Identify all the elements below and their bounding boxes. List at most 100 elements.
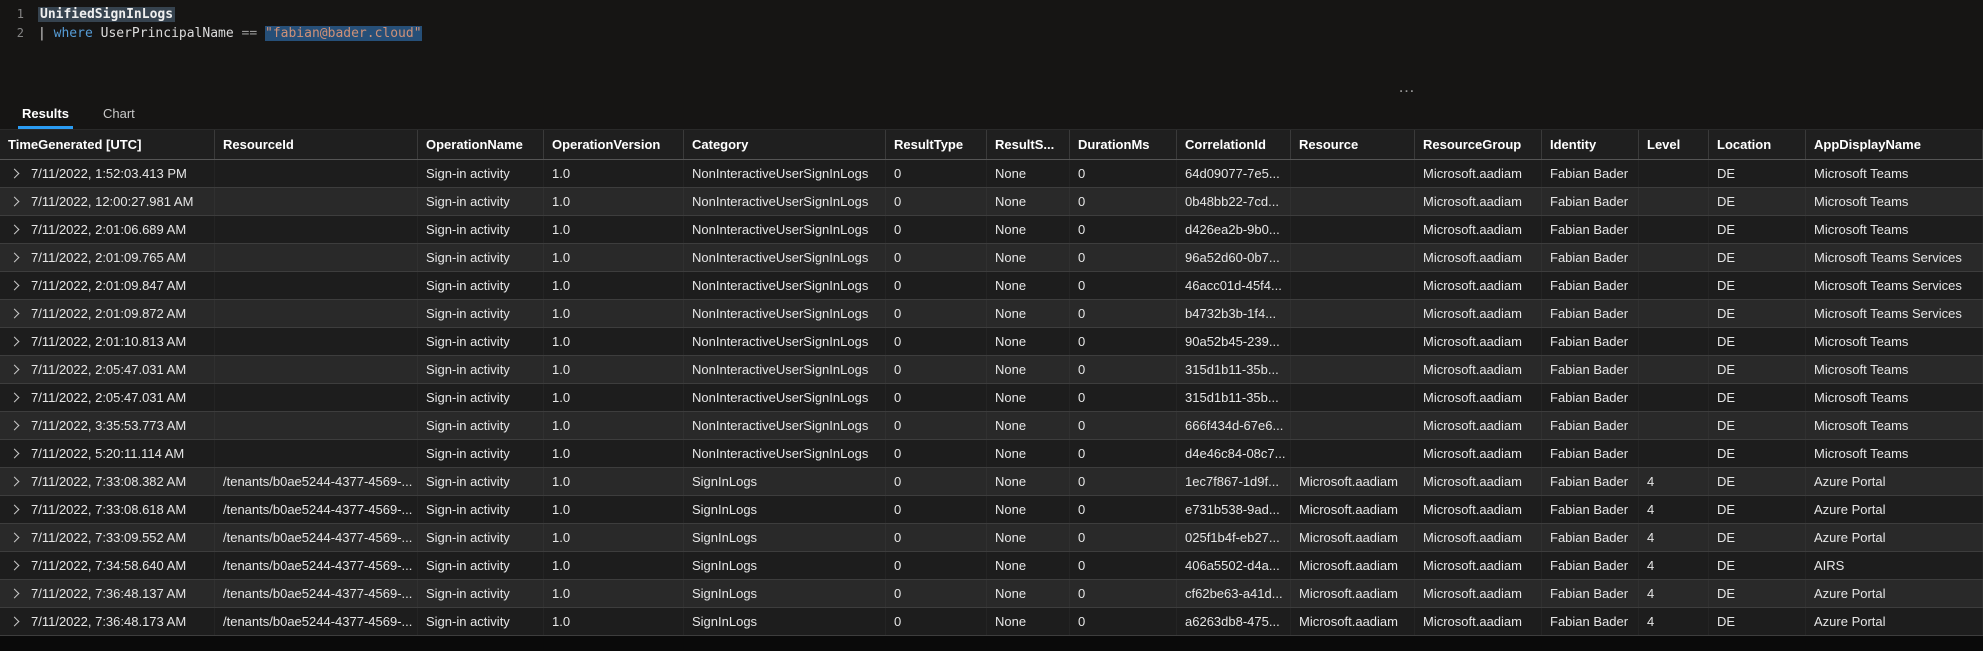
table-cell: DE — [1709, 384, 1806, 411]
table-cell: DE — [1709, 496, 1806, 523]
table-cell: Sign-in activity — [418, 328, 544, 355]
table-row[interactable]: 7/11/2022, 7:33:09.552 AM/tenants/b0ae52… — [0, 524, 1983, 552]
row-expander-chevron-icon[interactable] — [9, 336, 20, 347]
table-row[interactable]: 7/11/2022, 7:34:58.640 AM/tenants/b0ae52… — [0, 552, 1983, 580]
table-cell: 7/11/2022, 2:01:09.872 AM — [0, 300, 215, 327]
table-cell — [215, 160, 418, 187]
table-row[interactable]: 7/11/2022, 7:36:48.137 AM/tenants/b0ae52… — [0, 580, 1983, 608]
cell-text: 7/11/2022, 7:36:48.173 AM — [31, 614, 187, 629]
table-cell: 0 — [1070, 188, 1177, 215]
row-expander-chevron-icon[interactable] — [9, 476, 20, 487]
column-header[interactable]: TimeGenerated [UTC] — [0, 130, 215, 159]
row-expander-chevron-icon[interactable] — [9, 392, 20, 403]
row-expander-chevron-icon[interactable] — [9, 280, 20, 291]
table-row[interactable]: 7/11/2022, 7:33:08.382 AM/tenants/b0ae52… — [0, 468, 1983, 496]
table-cell: 406a5502-d4a... — [1177, 552, 1291, 579]
table-cell: DE — [1709, 356, 1806, 383]
table-cell: d4e46c84-08c7... — [1177, 440, 1291, 467]
table-row[interactable]: 7/11/2022, 5:20:11.114 AM Sign-in activit… — [0, 440, 1983, 468]
column-header[interactable]: OperationName — [418, 130, 544, 159]
table-cell — [1639, 412, 1709, 439]
column-header[interactable]: ResourceId — [215, 130, 418, 159]
table-cell: None — [987, 552, 1070, 579]
table-row[interactable]: 7/11/2022, 2:05:47.031 AM Sign-in activit… — [0, 356, 1983, 384]
table-cell: DE — [1709, 524, 1806, 551]
splitter-handle-icon[interactable]: … — [1398, 77, 1416, 97]
table-cell — [1291, 356, 1415, 383]
pane-splitter[interactable]: … — [0, 77, 1983, 98]
table-row[interactable]: 7/11/2022, 2:05:47.031 AM Sign-in activit… — [0, 384, 1983, 412]
table-cell — [1291, 216, 1415, 243]
row-expander-chevron-icon[interactable] — [9, 252, 20, 263]
table-cell: Sign-in activity — [418, 300, 544, 327]
table-row[interactable]: 7/11/2022, 2:01:06.689 AM Sign-in activit… — [0, 216, 1983, 244]
tab-chart[interactable]: Chart — [99, 98, 139, 129]
horizontal-scrollbar-track[interactable] — [0, 636, 1983, 651]
table-row[interactable]: 7/11/2022, 2:01:10.813 AM Sign-in activit… — [0, 328, 1983, 356]
column-header[interactable]: AppDisplayName — [1806, 130, 1983, 159]
column-header[interactable]: ResultType — [886, 130, 987, 159]
tab-results[interactable]: Results — [18, 98, 73, 129]
table-cell — [215, 244, 418, 271]
table-cell: Sign-in activity — [418, 244, 544, 271]
table-cell — [1639, 328, 1709, 355]
table-row[interactable]: 7/11/2022, 1:52:03.413 PM Sign-in activit… — [0, 160, 1983, 188]
table-cell: NonInteractiveUserSignInLogs — [684, 300, 886, 327]
row-expander-chevron-icon[interactable] — [9, 532, 20, 543]
row-expander-chevron-icon[interactable] — [9, 560, 20, 571]
column-header[interactable]: Category — [684, 130, 886, 159]
row-expander-chevron-icon[interactable] — [9, 308, 20, 319]
column-header[interactable]: Location — [1709, 130, 1806, 159]
cell-text: 7/11/2022, 1:52:03.413 PM — [31, 166, 187, 181]
column-header[interactable]: ResourceGroup — [1415, 130, 1542, 159]
query-editor[interactable]: 1 UnifiedSignInLogs 2 | where UserPrincipal… — [0, 0, 1983, 84]
row-expander-chevron-icon[interactable] — [9, 504, 20, 515]
table-cell — [1291, 160, 1415, 187]
table-cell: DE — [1709, 188, 1806, 215]
table-row[interactable]: 7/11/2022, 3:35:53.773 AM Sign-in activit… — [0, 412, 1983, 440]
code-token: UserPrincipalName — [92, 26, 242, 41]
table-cell: 7/11/2022, 7:33:08.618 AM — [0, 496, 215, 523]
table-cell: Microsoft.aadiam — [1415, 356, 1542, 383]
table-cell: Azure Portal — [1806, 608, 1983, 635]
table-cell: None — [987, 244, 1070, 271]
row-expander-chevron-icon[interactable] — [9, 168, 20, 179]
column-header[interactable]: ResultS... — [987, 130, 1070, 159]
table-cell: Sign-in activity — [418, 272, 544, 299]
query-editor-lines: 1 UnifiedSignInLogs 2 | where UserPrincipal… — [0, 5, 1983, 43]
code-line[interactable]: 1 UnifiedSignInLogs — [0, 5, 1983, 24]
row-expander-chevron-icon[interactable] — [9, 364, 20, 375]
table-cell: DE — [1709, 300, 1806, 327]
table-cell — [1639, 440, 1709, 467]
row-expander-chevron-icon[interactable] — [9, 420, 20, 431]
table-cell: 0 — [886, 440, 987, 467]
code-token: UnifiedSignInLogs — [38, 7, 176, 22]
code-token: where — [53, 26, 93, 41]
table-row[interactable]: 7/11/2022, 2:01:09.847 AM Sign-in activit… — [0, 272, 1983, 300]
column-header[interactable]: OperationVersion — [544, 130, 684, 159]
table-row[interactable]: 7/11/2022, 7:33:08.618 AM/tenants/b0ae52… — [0, 496, 1983, 524]
table-cell: Azure Portal — [1806, 468, 1983, 495]
table-cell: Microsoft.aadiam — [1415, 580, 1542, 607]
table-row[interactable]: 7/11/2022, 12:00:27.981 AM Sign-in activi… — [0, 188, 1983, 216]
row-expander-chevron-icon[interactable] — [9, 616, 20, 627]
table-cell: 7/11/2022, 2:01:09.847 AM — [0, 272, 215, 299]
row-expander-chevron-icon[interactable] — [9, 196, 20, 207]
table-row[interactable]: 7/11/2022, 7:36:48.173 AM/tenants/b0ae52… — [0, 608, 1983, 636]
table-row[interactable]: 7/11/2022, 2:01:09.765 AM Sign-in activit… — [0, 244, 1983, 272]
table-body: 7/11/2022, 1:52:03.413 PM Sign-in activit… — [0, 160, 1983, 636]
column-header[interactable]: Level — [1639, 130, 1709, 159]
code-line[interactable]: 2 | where UserPrincipalName == "fabian@ba… — [0, 24, 1983, 43]
table-row[interactable]: 7/11/2022, 2:01:09.872 AM Sign-in activit… — [0, 300, 1983, 328]
table-cell: NonInteractiveUserSignInLogs — [684, 440, 886, 467]
column-header[interactable]: CorrelationId — [1177, 130, 1291, 159]
table-cell — [1639, 244, 1709, 271]
row-expander-chevron-icon[interactable] — [9, 448, 20, 459]
row-expander-chevron-icon[interactable] — [9, 588, 20, 599]
column-header[interactable]: Resource — [1291, 130, 1415, 159]
table-cell — [1291, 412, 1415, 439]
column-header[interactable]: Identity — [1542, 130, 1639, 159]
table-cell: NonInteractiveUserSignInLogs — [684, 272, 886, 299]
column-header[interactable]: DurationMs — [1070, 130, 1177, 159]
row-expander-chevron-icon[interactable] — [9, 224, 20, 235]
